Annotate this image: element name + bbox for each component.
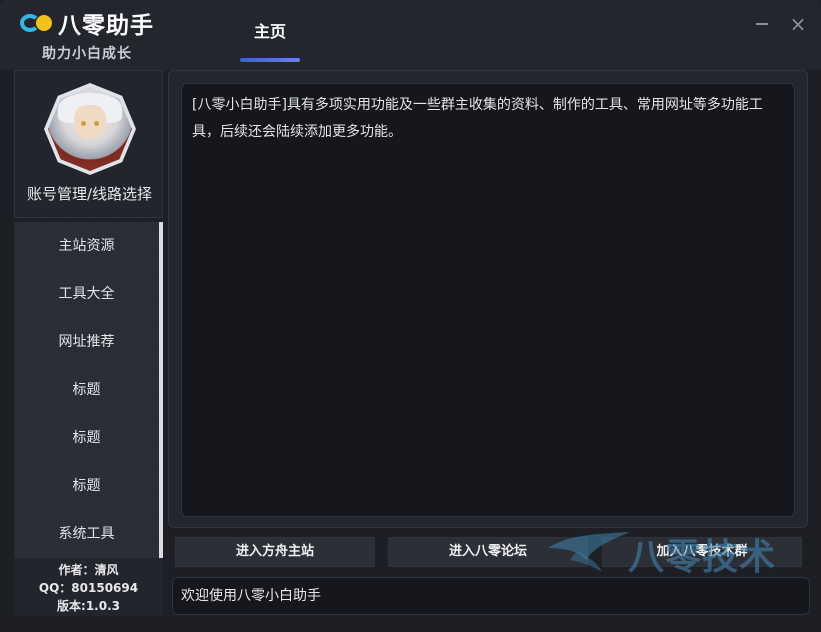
qq-text: QQ：80150694 [38, 581, 139, 595]
description-text[interactable]: [八零小白助手]具有多项实用功能及一些群主收集的资料、制作的工具、常用网址等多功… [181, 83, 795, 517]
avatar [44, 83, 136, 175]
minimize-button[interactable] [750, 12, 774, 36]
tab-home-label: 主页 [253, 22, 286, 41]
close-icon: × [789, 12, 807, 36]
sidebar-item-title-3[interactable]: 标题 [14, 462, 159, 510]
join-group-button[interactable]: 加入八零技术群 [602, 537, 802, 567]
enter-site-button[interactable]: 进入方舟主站 [175, 537, 375, 567]
sidebar-nav: 主站资源 工具大全 网址推荐 标题 标题 标题 系统工具 [14, 222, 163, 558]
version-text: 版本:1.0.3 [57, 599, 120, 613]
sidebar-item-system-tools[interactable]: 系统工具 [14, 510, 159, 558]
sidebar-item-title-2[interactable]: 标题 [14, 414, 159, 462]
app-title: 八零助手 [58, 13, 154, 39]
account-card[interactable]: 账号管理/线路选择 [14, 70, 163, 218]
status-bar: 欢迎使用八零小白助手 [172, 577, 810, 615]
tab-home[interactable]: 主页 [238, 14, 302, 62]
close-button[interactable]: × [786, 12, 810, 36]
minimize-icon [756, 23, 768, 25]
sidebar-item-websites[interactable]: 网址推荐 [14, 318, 159, 366]
app-tagline: 助力小白成长 [42, 46, 132, 62]
sidebar-item-title-1[interactable]: 标题 [14, 366, 159, 414]
sidebar-scrollbar[interactable] [159, 222, 163, 558]
sidebar-item-main-resources[interactable]: 主站资源 [14, 222, 159, 270]
tab-active-indicator [240, 58, 300, 62]
author-text: 作者：清风 [58, 563, 119, 577]
main-panel: [八零小白助手]具有多项实用功能及一些群主收集的资料、制作的工具、常用网址等多功… [168, 70, 808, 528]
title-bar: 八零助手 助力小白成长 主页 × [0, 0, 821, 70]
sidebar: 账号管理/线路选择 主站资源 工具大全 网址推荐 标题 标题 标题 系统工具 作… [14, 70, 163, 616]
account-label: 账号管理/线路选择 [26, 185, 153, 203]
enter-forum-button[interactable]: 进入八零论坛 [388, 537, 588, 567]
app-window: 八零助手 助力小白成长 主页 × 账号管理/线路选择 主站资源 工具大全 网址推… [0, 0, 821, 632]
logo-icon [18, 11, 54, 35]
app-logo: 八零助手 [18, 10, 154, 39]
sidebar-item-tools[interactable]: 工具大全 [14, 270, 159, 318]
about-info: 作者：清风 QQ：80150694 版本:1.0.3 [14, 558, 163, 616]
